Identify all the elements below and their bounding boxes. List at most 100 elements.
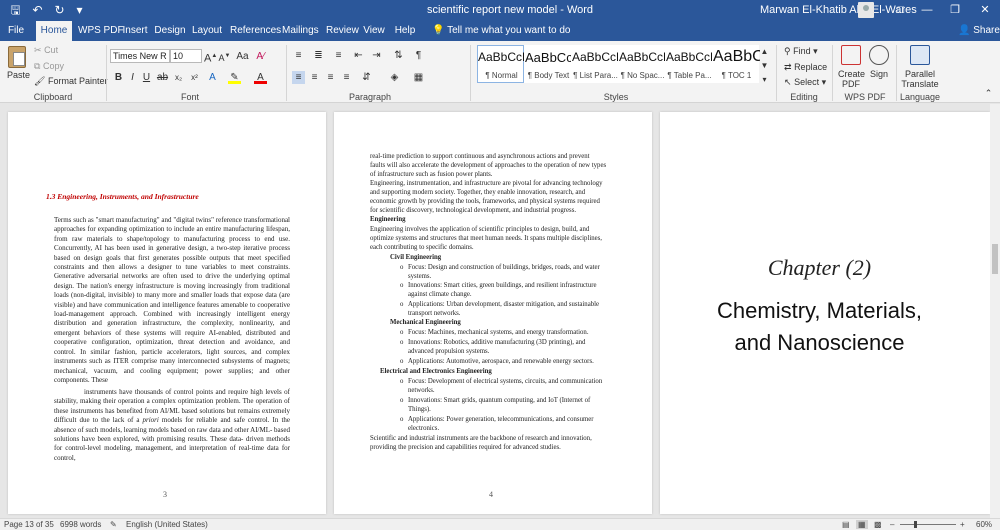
sign-button[interactable]: Sign bbox=[868, 45, 890, 89]
tab-home[interactable]: Home bbox=[36, 21, 72, 42]
zoom-out-button[interactable]: – bbox=[890, 520, 894, 529]
tell-me-box[interactable]: 💡 Tell me what you want to do bbox=[432, 21, 570, 41]
align-center-icon[interactable]: ≡ bbox=[308, 71, 321, 84]
align-left-icon[interactable]: ≡ bbox=[292, 71, 305, 84]
zoom-level[interactable]: 60% bbox=[976, 520, 992, 529]
redo-icon[interactable]: ↻ bbox=[52, 3, 67, 18]
style-normal[interactable]: AaBbCcD ¶ Normal bbox=[477, 45, 525, 83]
list-item: transport networks. bbox=[408, 310, 461, 317]
bullet-icon: o bbox=[400, 282, 404, 289]
tab-view[interactable]: View bbox=[362, 21, 386, 41]
style-sample: AaBbC bbox=[713, 48, 760, 65]
decrease-indent-icon[interactable]: ⇤ bbox=[352, 49, 365, 62]
strikethrough-button[interactable]: ab bbox=[156, 71, 169, 84]
maximize-button[interactable]: ❐ bbox=[940, 0, 970, 21]
tab-wps-pdf[interactable]: WPS PDF bbox=[78, 21, 124, 41]
italic-button[interactable]: I bbox=[126, 71, 139, 84]
paste-button[interactable]: Paste bbox=[6, 44, 30, 88]
bold-button[interactable]: B bbox=[112, 71, 125, 84]
document-area[interactable]: 1.3 Engineering, Instruments, and Infras… bbox=[0, 104, 990, 518]
find-button[interactable]: ⚲ Find ▾ bbox=[784, 46, 818, 57]
bullets-icon[interactable]: ≡ bbox=[292, 49, 305, 62]
language-status[interactable]: English (United States) bbox=[126, 520, 208, 529]
borders-icon[interactable]: ▦ bbox=[412, 71, 425, 84]
style-body-text[interactable]: AaBbCc ¶ Body Text bbox=[524, 45, 572, 83]
numbering-icon[interactable]: ≣ bbox=[312, 49, 325, 62]
highlight-icon[interactable]: ✎ bbox=[228, 71, 241, 84]
tab-design[interactable]: Design bbox=[154, 21, 186, 41]
tab-help[interactable]: Help bbox=[394, 21, 416, 41]
proofing-icon[interactable]: ✎ bbox=[110, 520, 117, 529]
customize-quick-access-icon[interactable]: ▾ bbox=[72, 3, 87, 18]
style-name: ¶ Table Pa... bbox=[667, 71, 712, 80]
style-no-spacing[interactable]: AaBbCcD ¶ No Spac... bbox=[618, 45, 666, 83]
tab-layout[interactable]: Layout bbox=[192, 21, 222, 41]
page-4[interactable]: real-time prediction to support continuo… bbox=[334, 112, 652, 514]
subscript-button[interactable]: x₂ bbox=[172, 71, 185, 84]
zoom-slider[interactable] bbox=[900, 521, 956, 528]
tab-mailings[interactable]: Mailings bbox=[282, 21, 319, 41]
shading-icon[interactable]: ◈ bbox=[388, 71, 401, 84]
zoom-slider-thumb[interactable] bbox=[914, 521, 917, 528]
grow-font-icon[interactable]: A▲ bbox=[204, 50, 217, 65]
replace-button[interactable]: ⇄ Replace bbox=[784, 62, 827, 73]
style-list-paragraph[interactable]: AaBbCcD ¶ List Para... bbox=[571, 45, 619, 83]
print-layout-icon[interactable]: ▦ bbox=[856, 520, 868, 529]
bullet-icon: o bbox=[400, 378, 404, 385]
select-button[interactable]: ↖ Select ▾ bbox=[784, 77, 826, 88]
multilevel-list-icon[interactable]: ≡ bbox=[332, 49, 345, 62]
page-5[interactable]: Chapter (2) Chemistry, Materials, and Na… bbox=[660, 112, 990, 514]
web-layout-icon[interactable]: ▩ bbox=[874, 520, 882, 529]
cut-button[interactable]: ✂ Cut bbox=[34, 45, 58, 56]
shrink-font-icon[interactable]: A▼ bbox=[218, 50, 231, 63]
sort-icon[interactable]: ⇅ bbox=[392, 49, 405, 62]
vertical-scrollbar[interactable] bbox=[990, 104, 1000, 518]
subheading: Mechanical Engineering bbox=[390, 319, 461, 326]
create-pdf-button[interactable]: Create PDF bbox=[838, 45, 865, 89]
undo-icon[interactable]: ↶ bbox=[30, 3, 45, 18]
font-color-icon[interactable]: A bbox=[254, 71, 267, 84]
font-name-combo[interactable]: Times New R bbox=[110, 49, 170, 63]
tab-file[interactable]: File bbox=[4, 21, 28, 41]
tab-references[interactable]: References bbox=[230, 21, 281, 41]
group-label-paragraph: Paragraph bbox=[348, 92, 392, 102]
tab-insert[interactable]: Insert bbox=[122, 21, 148, 41]
styles-scroll-up-icon[interactable]: ▲ bbox=[758, 45, 771, 58]
list-item: systems. bbox=[408, 273, 432, 280]
separator bbox=[896, 45, 897, 101]
styles-scroll-down-icon[interactable]: ▼ bbox=[758, 59, 771, 72]
change-case-icon[interactable]: Aa bbox=[236, 50, 249, 63]
word-count[interactable]: 6998 words bbox=[60, 520, 101, 529]
close-button[interactable]: ✕ bbox=[970, 0, 1000, 21]
parallel-translate-button[interactable]: Parallel Translate bbox=[900, 45, 940, 89]
collapse-ribbon-icon[interactable]: ⌃ bbox=[982, 87, 995, 100]
superscript-button[interactable]: x² bbox=[188, 71, 201, 84]
text-effects-icon[interactable]: A bbox=[206, 71, 219, 84]
tab-review[interactable]: Review bbox=[326, 21, 359, 41]
page-3[interactable]: 1.3 Engineering, Instruments, and Infras… bbox=[8, 112, 326, 514]
avatar[interactable] bbox=[858, 2, 874, 18]
styles-more-icon[interactable]: ▾ bbox=[758, 73, 771, 86]
font-size-combo[interactable]: 10 bbox=[170, 49, 202, 63]
zoom-in-button[interactable]: + bbox=[960, 520, 965, 529]
scrollbar-thumb[interactable] bbox=[992, 244, 998, 274]
minimize-button[interactable]: — bbox=[912, 0, 942, 21]
copy-button[interactable]: ⧉ Copy bbox=[34, 61, 64, 72]
line-spacing-icon[interactable]: ⇵ bbox=[360, 71, 373, 84]
read-mode-icon[interactable]: ▤ bbox=[842, 520, 850, 529]
share-button[interactable]: 👤 Share bbox=[958, 21, 1000, 41]
justify-icon[interactable]: ≡ bbox=[340, 71, 353, 84]
clear-formatting-icon[interactable]: A∕ bbox=[254, 50, 267, 63]
format-painter-button[interactable]: 🖌 Format Painter bbox=[34, 76, 107, 87]
style-toc-1[interactable]: AaBbC ¶ TOC 1 bbox=[712, 45, 760, 83]
underline-button[interactable]: U bbox=[140, 71, 153, 84]
style-table-paragraph[interactable]: AaBbCcD ¶ Table Pa... bbox=[665, 45, 713, 83]
increase-indent-icon[interactable]: ⇥ bbox=[370, 49, 383, 62]
separator bbox=[832, 45, 833, 101]
save-icon[interactable]: 🖫 bbox=[8, 3, 23, 18]
format-painter-label: Format Painter bbox=[47, 76, 108, 86]
page-count[interactable]: Page 13 of 35 bbox=[4, 520, 54, 529]
show-formatting-icon[interactable]: ¶ bbox=[412, 49, 425, 62]
align-right-icon[interactable]: ≡ bbox=[324, 71, 337, 84]
text-line: and supporting modern society. Together,… bbox=[370, 189, 586, 196]
